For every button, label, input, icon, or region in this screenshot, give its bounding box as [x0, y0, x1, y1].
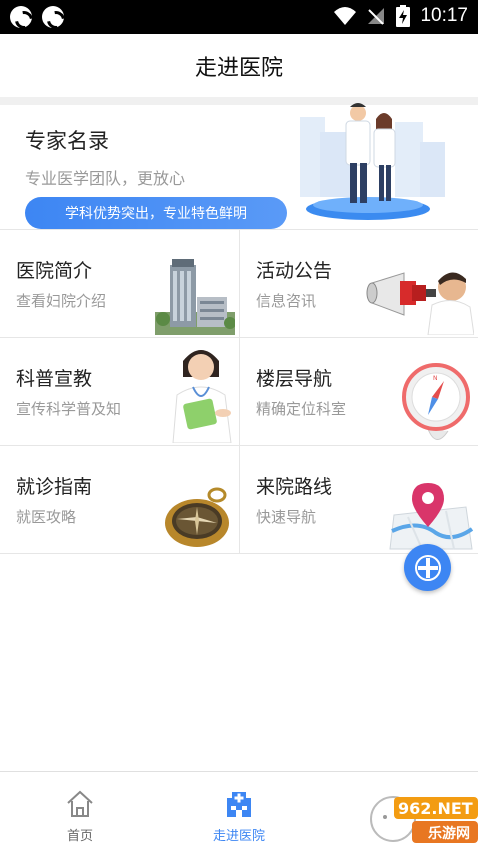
tab-home[interactable]: 首页 [0, 772, 160, 849]
grid-item-floor-navigation[interactable]: 楼层导航 精确定位科室 N [239, 338, 478, 446]
compass-icon: N [402, 363, 470, 440]
doctors-illustration [300, 103, 445, 220]
grid-item-subtitle: 宣传科学普及知 [16, 400, 122, 418]
grid-item-announcements[interactable]: 活动公告 信息咨讯 [239, 230, 478, 338]
tab-about-hospital[interactable]: 走进医院 [159, 772, 319, 849]
status-notifications [10, 6, 64, 28]
app-bar: 走进医院 [0, 34, 478, 97]
watermark-text-top: 962.NET [398, 799, 473, 818]
notification-app-icon [10, 6, 32, 28]
grid-item-route[interactable]: 来院路线 快速导航 [239, 446, 478, 554]
grid-item-title: 科普宣教 [16, 368, 93, 390]
status-indicators: 10:17 [334, 5, 468, 27]
status-bar: 10:17 [0, 0, 478, 34]
grid-item-title: 楼层导航 [256, 368, 333, 390]
grid-item-subtitle: 查看妇院介绍 [16, 292, 107, 310]
watermark-text-bottom: 乐游网 [428, 825, 470, 842]
banner-title: 专家名录 [25, 129, 109, 153]
page-title: 走进医院 [194, 55, 283, 81]
grid-item-visit-guide[interactable]: 就诊指南 就医攻略 [0, 446, 239, 554]
grid-item-subtitle: 快速导航 [256, 508, 317, 526]
grid-menu-icon [414, 554, 441, 581]
grid-item-subtitle: 精确定位科室 [256, 400, 347, 418]
feature-grid: 医院简介 查看妇院介绍 活动公告 信息咨讯 科普宣教 宣传科学普及知 楼层导航 … [0, 229, 478, 554]
nurse-icon [172, 350, 232, 443]
battery-charging-icon [396, 5, 411, 27]
quick-menu-button[interactable] [404, 544, 451, 591]
tab-about-hospital-label: 走进医院 [212, 829, 265, 844]
no-signal-icon [368, 8, 385, 25]
hospital-building-icon [155, 259, 235, 335]
grid-item-title: 活动公告 [256, 260, 333, 282]
wifi-icon [334, 7, 357, 25]
svg-text:N: N [433, 375, 438, 382]
map-pin-icon [389, 483, 474, 550]
status-time: 10:17 [420, 5, 468, 26]
grid-item-hospital-intro[interactable]: 医院简介 查看妇院介绍 [0, 230, 239, 338]
banner-tag: 学科优势突出，专业特色鲜明 [25, 197, 287, 229]
tab-home-label: 首页 [66, 829, 93, 844]
watermark-logo: 962.NET 乐游网 [370, 796, 478, 843]
pocket-compass-icon [165, 487, 229, 547]
expert-directory-banner[interactable]: 专家名录 专业医学团队，更放心 学科优势突出，专业特色鲜明 [0, 103, 478, 229]
grid-item-subtitle: 信息咨讯 [256, 292, 317, 310]
home-icon [67, 790, 93, 817]
grid-item-title: 医院简介 [16, 260, 93, 282]
grid-item-title: 就诊指南 [16, 476, 93, 498]
grid-item-subtitle: 就医攻略 [16, 508, 77, 526]
grid-item-title: 来院路线 [256, 476, 333, 498]
megaphone-icon [366, 272, 474, 335]
hospital-icon [227, 792, 251, 817]
bottom-navigation: 首页 走进医院 962.NET 乐游网 [0, 771, 478, 849]
grid-item-health-education[interactable]: 科普宣教 宣传科学普及知 [0, 338, 239, 446]
banner-subtitle: 专业医学团队，更放心 [25, 169, 186, 188]
notification-app-icon [42, 6, 64, 28]
